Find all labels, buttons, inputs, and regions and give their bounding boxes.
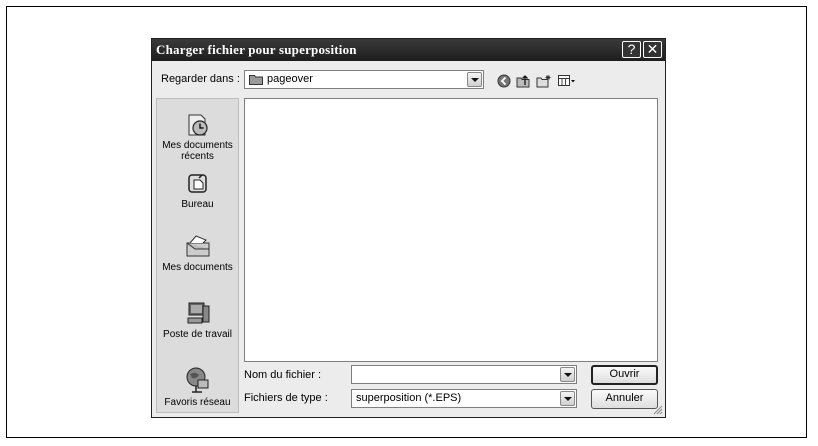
filetype-dropdown[interactable]: superposition (*.EPS) [351,389,577,408]
file-list[interactable] [244,98,658,362]
place-recent-documents[interactable]: Mes documents récents [157,113,238,162]
place-label: Favoris réseau [164,397,231,408]
filename-label: Nom du fichier : [244,369,322,381]
dialog-title: Charger fichier pour superposition [156,42,357,57]
folder-icon [249,75,263,85]
new-folder-icon[interactable] [536,74,552,88]
place-label: Poste de travail [163,329,232,340]
my-computer-icon [187,302,209,324]
close-button[interactable]: ✕ [643,41,662,58]
look-in-value: pageover [267,73,313,85]
chevron-down-icon[interactable] [560,391,575,406]
my-documents-icon [186,235,209,257]
look-in-label: Regarder dans : [161,73,240,85]
place-label: Mes documents [162,262,233,273]
back-icon[interactable] [497,74,511,88]
recent-documents-icon [188,114,208,136]
filetype-label: Fichiers de type : [244,392,328,404]
places-bar: Mes documents récents Bureau Mes documen… [156,98,239,413]
network-places-icon [186,367,208,393]
place-label-line2: récents [181,151,214,162]
filetype-value: superposition (*.EPS) [356,392,462,404]
place-desktop[interactable]: Bureau [157,172,238,210]
resize-grip-icon[interactable] [653,405,663,415]
up-folder-icon[interactable] [516,74,531,88]
filename-input[interactable] [351,365,577,384]
open-file-dialog: Charger fichier pour superposition ? ✕ R… [151,38,666,418]
place-network-places[interactable]: Favoris réseau [157,366,238,408]
place-my-documents[interactable]: Mes documents [157,233,238,273]
view-menu-icon[interactable] [558,74,576,88]
place-label: Mes documents [162,140,233,151]
look-in-dropdown[interactable]: pageover [244,70,484,89]
help-button[interactable]: ? [622,41,641,58]
open-button[interactable]: Ouvrir [591,365,658,385]
chevron-down-icon[interactable] [467,72,482,87]
desktop-icon [187,174,207,193]
place-label: Bureau [181,199,214,210]
place-my-computer[interactable]: Poste de travail [157,300,238,340]
chevron-down-icon[interactable] [560,367,575,382]
title-bar[interactable]: Charger fichier pour superposition ? ✕ [152,39,665,61]
cancel-button[interactable]: Annuler [591,389,658,409]
